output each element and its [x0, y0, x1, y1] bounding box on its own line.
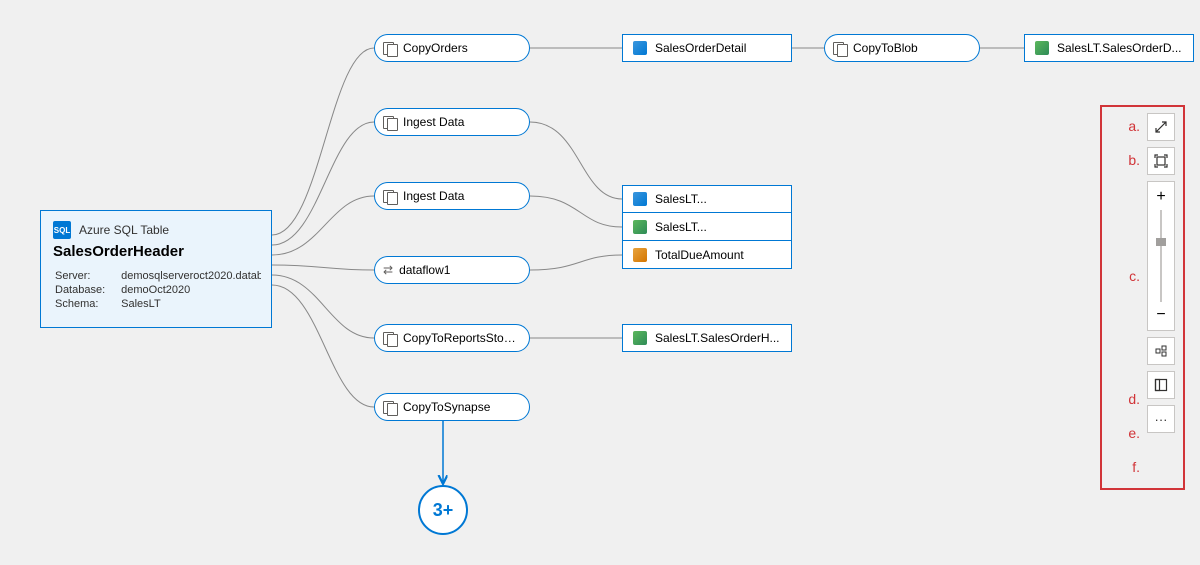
pipeline-icon	[383, 41, 397, 55]
activity-copytosynapse[interactable]: CopyToSynapse	[374, 393, 530, 421]
center-icon	[1154, 344, 1168, 358]
source-properties: Server: demosqlserveroct2020.database.wi…	[53, 268, 263, 312]
fullscreen-icon	[1154, 120, 1168, 134]
dataset-icon	[633, 220, 647, 234]
node-label: SalesLT.SalesOrderH...	[655, 331, 780, 345]
activity-dataflow1[interactable]: dataflow1	[374, 256, 530, 284]
pipeline-icon	[383, 189, 397, 203]
expand-more-button[interactable]: 3+	[418, 485, 468, 535]
prop-label: Schema:	[55, 298, 119, 310]
dataset-salesorderd[interactable]: SalesLT.SalesOrderD...	[1024, 34, 1194, 62]
node-label: SalesLT...	[655, 220, 707, 234]
dataset-stack[interactable]: SalesLT... SalesLT... TotalDueAmount	[622, 185, 792, 269]
lineage-canvas[interactable]: SQL Azure SQL Table SalesOrderHeader Ser…	[0, 0, 1200, 565]
prop-label: Server:	[55, 270, 119, 282]
prop-value: SalesLT	[121, 298, 261, 310]
pipeline-icon	[383, 400, 397, 414]
node-label: CopyToSynapse	[403, 400, 517, 414]
dataset-totaldue[interactable]: TotalDueAmount	[622, 241, 792, 269]
zoom-track[interactable]	[1160, 210, 1162, 302]
canvas-toolbar: + − ···	[1147, 113, 1177, 433]
source-entity-card[interactable]: SQL Azure SQL Table SalesOrderHeader Ser…	[40, 210, 272, 328]
prop-value: demosqlserveroct2020.database.win	[121, 270, 261, 282]
activity-ingest-1[interactable]: Ingest Data	[374, 108, 530, 136]
sql-icon: SQL	[53, 221, 71, 239]
node-label: SalesLT.SalesOrderD...	[1057, 41, 1182, 55]
prop-label: Database:	[55, 284, 119, 296]
annotation-d: d.	[1128, 391, 1140, 407]
dataset-saleslt-1[interactable]: SalesLT...	[622, 185, 792, 213]
annotation-c: c.	[1129, 268, 1140, 284]
annotation-e: e.	[1128, 425, 1140, 441]
node-label: SalesLT...	[655, 192, 707, 206]
zoom-out-button[interactable]: −	[1156, 306, 1165, 324]
minimap-button[interactable]	[1147, 371, 1175, 399]
dataset-icon	[633, 248, 647, 262]
pipeline-icon	[833, 41, 847, 55]
prop-value: demoOct2020	[121, 284, 261, 296]
dataset-salesorderdetail[interactable]: SalesOrderDetail	[622, 34, 792, 62]
dataset-icon	[1035, 41, 1049, 55]
zoom-in-button[interactable]: +	[1156, 188, 1165, 206]
source-type-label: Azure SQL Table	[79, 223, 169, 237]
dataset-salesorderh[interactable]: SalesLT.SalesOrderH...	[622, 324, 792, 352]
node-label: Ingest Data	[403, 115, 517, 129]
activity-copytoreports[interactable]: CopyToReportsStora...	[374, 324, 530, 352]
activity-copytoblob[interactable]: CopyToBlob	[824, 34, 980, 62]
dataflow-icon	[383, 263, 393, 277]
node-label: Ingest Data	[403, 189, 517, 203]
pipeline-icon	[383, 331, 397, 345]
node-label: TotalDueAmount	[655, 248, 744, 262]
fullscreen-button[interactable]	[1147, 113, 1175, 141]
fit-icon	[1154, 154, 1168, 168]
annotation-b: b.	[1128, 152, 1140, 168]
activity-copyorders[interactable]: CopyOrders	[374, 34, 530, 62]
dataset-icon	[633, 41, 647, 55]
dataset-icon	[633, 331, 647, 345]
node-label: SalesOrderDetail	[655, 41, 746, 55]
center-button[interactable]	[1147, 337, 1175, 365]
annotation-f: f.	[1132, 459, 1140, 475]
dataset-icon	[633, 192, 647, 206]
node-label: dataflow1	[399, 263, 517, 277]
pipeline-icon	[383, 115, 397, 129]
zoom-slider[interactable]: + −	[1147, 181, 1175, 331]
node-label: CopyToBlob	[853, 41, 967, 55]
node-label: CopyToReportsStora...	[403, 331, 517, 345]
dataset-saleslt-2[interactable]: SalesLT...	[622, 213, 792, 241]
minimap-icon	[1154, 378, 1168, 392]
annotation-a: a.	[1128, 118, 1140, 134]
activity-ingest-2[interactable]: Ingest Data	[374, 182, 530, 210]
ellipsis-icon: ···	[1155, 412, 1168, 427]
zoom-thumb[interactable]	[1156, 238, 1166, 246]
node-label: CopyOrders	[403, 41, 517, 55]
fit-to-screen-button[interactable]	[1147, 147, 1175, 175]
more-count-label: 3+	[433, 500, 454, 521]
source-title: SalesOrderHeader	[53, 243, 259, 260]
more-options-button[interactable]: ···	[1147, 405, 1175, 433]
